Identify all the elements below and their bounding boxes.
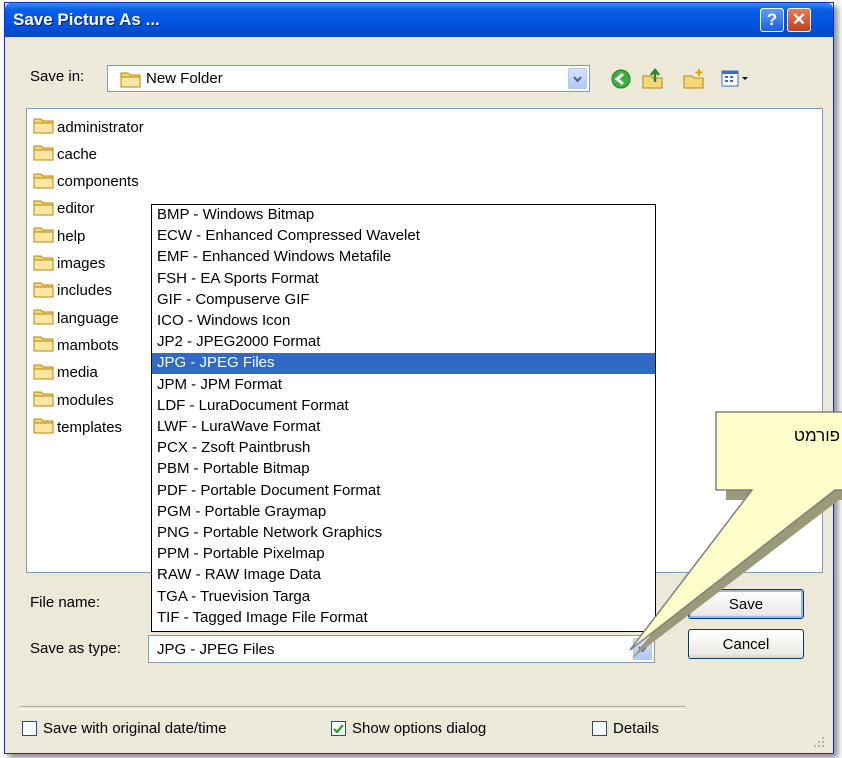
callout-text: פורמט: [793, 426, 840, 445]
callout-shape: [629, 411, 842, 659]
